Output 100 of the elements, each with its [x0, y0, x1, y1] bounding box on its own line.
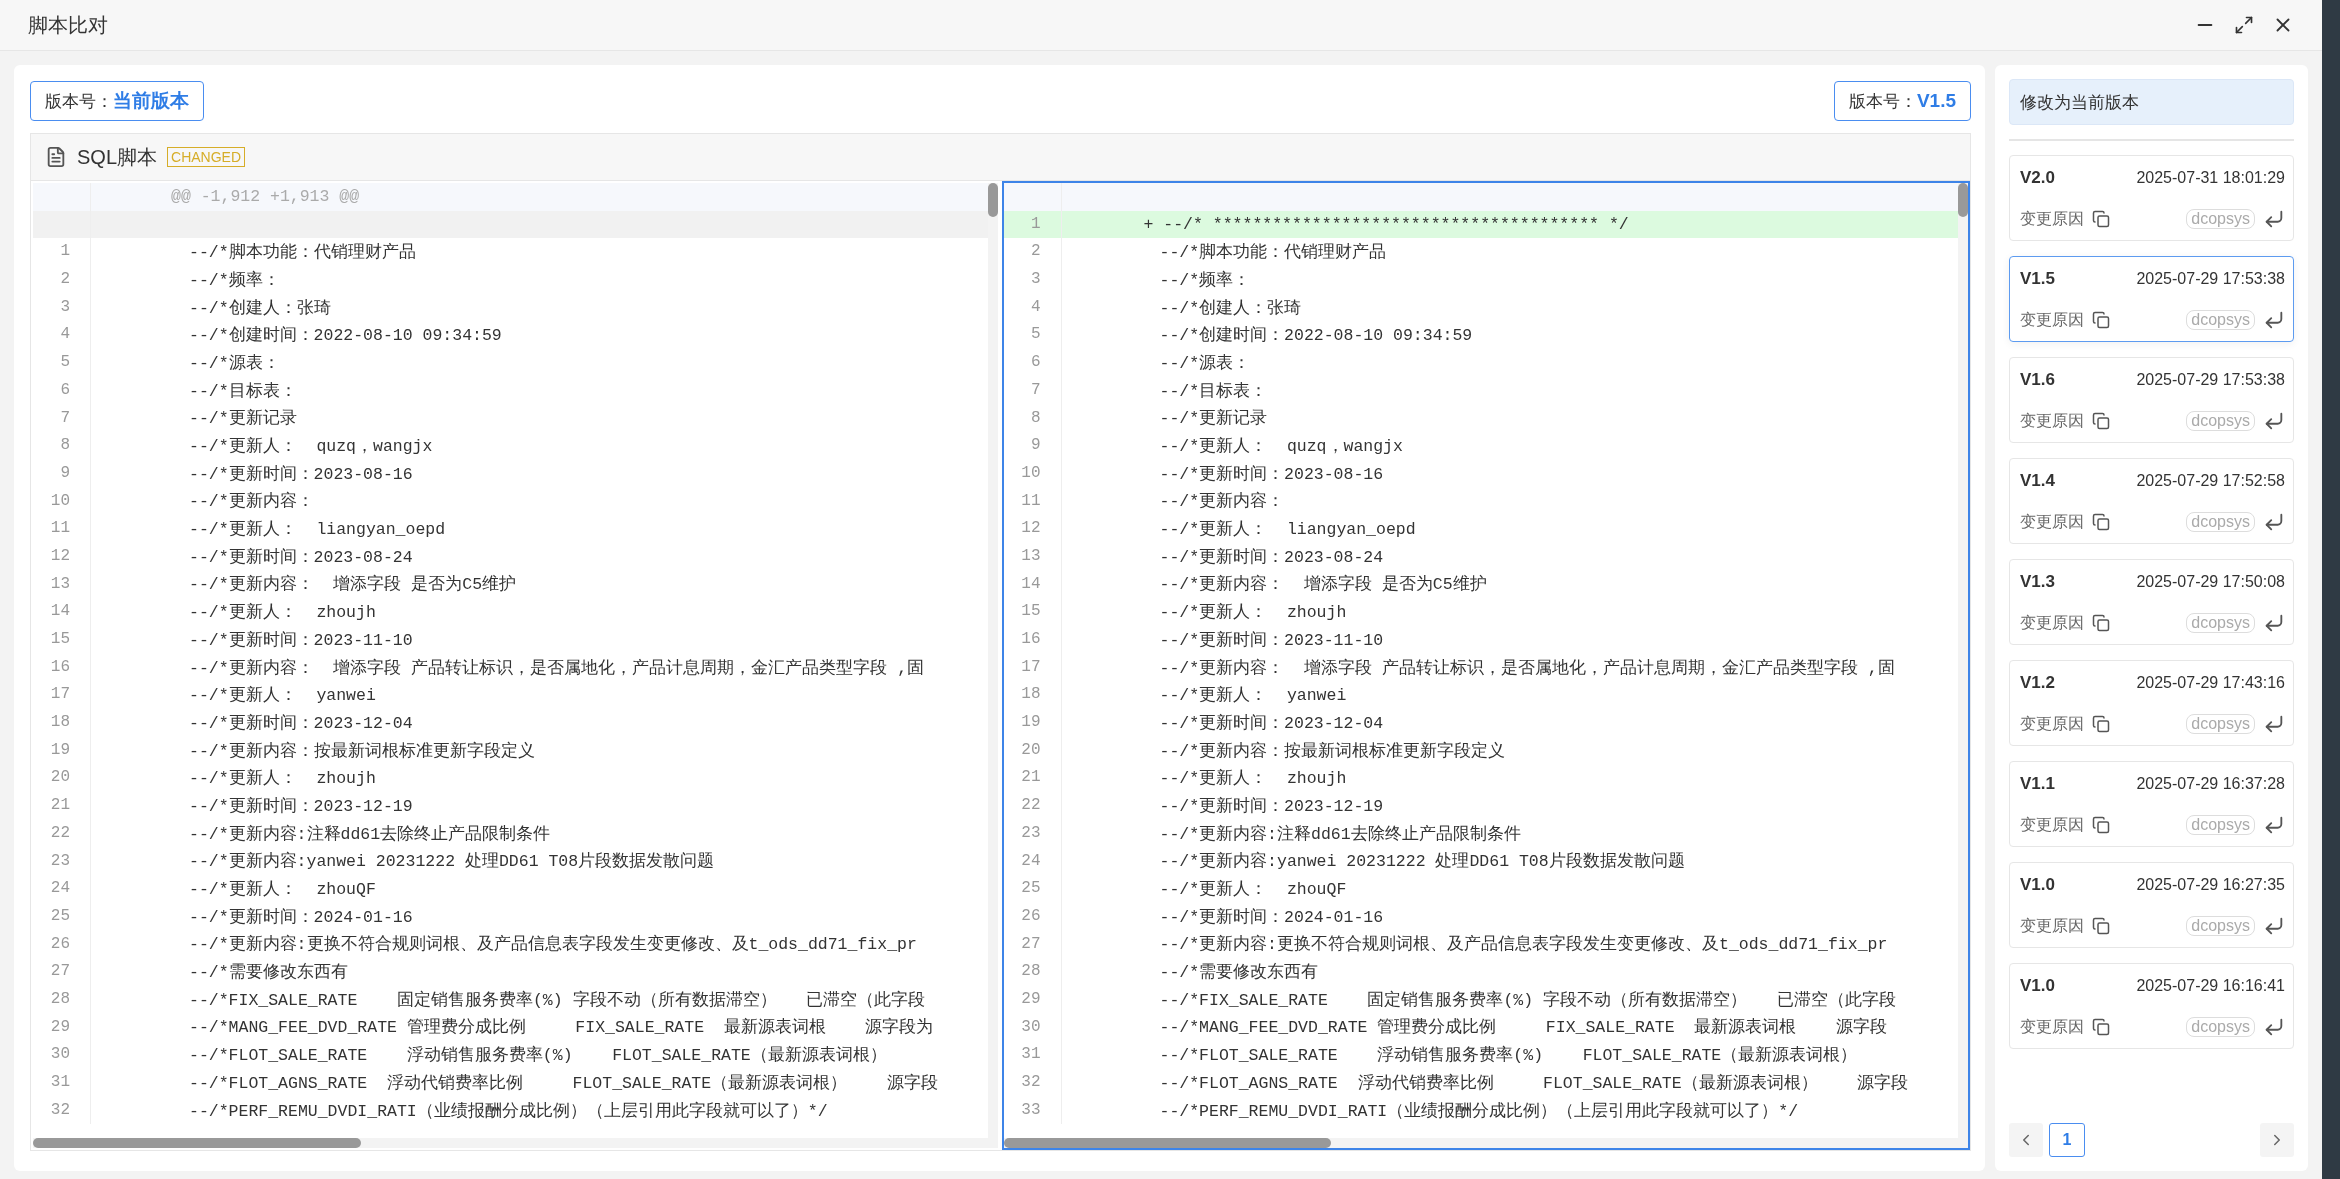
code-line: --/*更新内容：按最新词根标准更新字段定义: [188, 740, 535, 762]
line-number: 32: [1003, 1069, 1062, 1097]
version-time: 2025-07-29 17:52:58: [2136, 472, 2285, 490]
code-line: --/*更新记录: [1158, 408, 1268, 430]
copy-icon[interactable]: [2092, 1018, 2110, 1036]
return-arrow-icon[interactable]: [2263, 208, 2285, 230]
set-current-version-button[interactable]: 修改为当前版本: [2009, 79, 2294, 125]
page-button[interactable]: 1: [2049, 1123, 2085, 1157]
code-line: --/*更新内容:注释dd61去除终止产品限制条件: [1158, 823, 1521, 845]
scrollbar-thumb[interactable]: [987, 183, 998, 217]
copy-icon[interactable]: [2092, 816, 2110, 834]
user-tag: dcopsys: [2186, 916, 2255, 936]
change-reason-label: 变更原因: [2020, 814, 2084, 835]
code-line: --/*更新时间：2023-12-19: [188, 795, 413, 817]
return-arrow-icon[interactable]: [2263, 1016, 2285, 1038]
scrollbar-thumb[interactable]: [1003, 1138, 1332, 1148]
user-tag: dcopsys: [2186, 815, 2255, 835]
line-number: 19: [1003, 709, 1062, 737]
version-card[interactable]: V1.0 2025-07-29 16:27:35 变更原因 dcopsys: [2009, 862, 2294, 948]
code-line: --/*需要修改东西有: [188, 962, 348, 984]
code-line: --/*目标表：: [1158, 380, 1268, 402]
version-card[interactable]: V1.3 2025-07-29 17:50:08 变更原因 dcopsys: [2009, 559, 2294, 645]
line-number: 29: [1003, 985, 1062, 1014]
version-number: V1.1: [2020, 774, 2055, 794]
change-reason-label: 变更原因: [2020, 410, 2084, 431]
code-line: --/*更新时间：2024-01-16: [1158, 906, 1384, 928]
line-number: 26: [1003, 902, 1062, 931]
line-number: 6: [1003, 349, 1062, 377]
scrollbar-thumb[interactable]: [1958, 183, 1968, 217]
line-number: 7: [1003, 376, 1062, 405]
code-line: --/*更新内容： 增添字段 产品转让标识，是否属地化，产品计息周期，金汇产品类型字段 ,固: [1158, 657, 1895, 679]
copy-icon[interactable]: [2092, 311, 2110, 329]
version-card[interactable]: V2.0 2025-07-31 18:01:29 变更原因 dcopsys: [2009, 155, 2294, 241]
code-line: --/*更新内容： 增添字段 是否为C5维护: [188, 573, 517, 596]
scrollbar-thumb[interactable]: [33, 1138, 361, 1148]
copy-icon[interactable]: [2092, 513, 2110, 531]
return-arrow-icon[interactable]: [2263, 410, 2285, 432]
copy-icon[interactable]: [2092, 412, 2110, 430]
version-card[interactable]: V1.0 2025-07-29 16:16:41 变更原因 dcopsys: [2009, 963, 2294, 1049]
code-line: --/*源表：: [1158, 352, 1251, 374]
version-time: 2025-07-29 16:16:41: [2136, 977, 2285, 995]
version-card[interactable]: V1.4 2025-07-29 17:52:58 变更原因 dcopsys: [2009, 458, 2294, 544]
version-time: 2025-07-29 17:53:38: [2136, 371, 2285, 389]
code-line: --/*更新人： zhoujh: [1158, 768, 1347, 790]
code-line: --/*MANG_FEE_DVD_RATE 管理费分成比例 FIX_SALE_RATE 最新源表词根 源字段为: [188, 1016, 934, 1039]
code-line: --/*频率：: [188, 269, 280, 291]
copy-icon[interactable]: [2092, 210, 2110, 228]
copy-icon[interactable]: [2092, 917, 2110, 935]
change-reason-label: 变更原因: [2020, 208, 2084, 229]
code-line: --/*FLOT_SALE_RATE 浮动销售服务费率(%) FLOT_SALE_RATE（最新源表词根）: [1158, 1044, 1858, 1067]
return-arrow-icon[interactable]: [2263, 713, 2285, 735]
version-time: 2025-07-29 17:50:08: [2136, 573, 2285, 591]
line-number: 6: [33, 376, 91, 405]
copy-icon[interactable]: [2092, 614, 2110, 632]
code-line: --/*更新内容:yanwei 20231222 处理DD61 T08片段数据发散问题: [188, 850, 715, 873]
code-line: --/*更新内容：: [188, 490, 314, 513]
line-number: 12: [1003, 515, 1062, 543]
code-line: --/*创建时间：2022-08-10 09:34:59: [188, 325, 502, 347]
code-line: --/*FLOT_SALE_RATE 浮动销售服务费率(%) FLOT_SALE_RATE（最新源表词根）: [188, 1044, 887, 1067]
version-card[interactable]: V1.1 2025-07-29 16:37:28 变更原因 dcopsys: [2009, 761, 2294, 847]
line-number: 10: [1003, 459, 1062, 488]
version-card[interactable]: V1.5 2025-07-29 17:53:38 变更原因 dcopsys: [2009, 256, 2294, 342]
return-arrow-icon[interactable]: [2263, 612, 2285, 634]
code-line: --/*创建人：张琦: [1158, 297, 1302, 319]
code-line: --/*更新内容:更换不符合规则词根、及产品信息表字段发生变更修改、及t_ods_dd71_fix_pr: [188, 933, 917, 956]
version-number: V1.6: [2020, 370, 2055, 390]
version-number: V2.0: [2020, 168, 2055, 188]
copy-icon[interactable]: [2092, 715, 2110, 733]
code-line: --/*更新时间：2023-12-04: [188, 712, 413, 734]
line-number: 9: [33, 459, 91, 488]
version-card[interactable]: V1.6 2025-07-29 17:53:38 变更原因 dcopsys: [2009, 357, 2294, 443]
user-tag: dcopsys: [2186, 1017, 2255, 1037]
line-number: 31: [33, 1069, 91, 1097]
code-line: --/*更新内容：: [1158, 490, 1285, 513]
line-number: 16: [1003, 626, 1062, 654]
return-arrow-icon[interactable]: [2263, 309, 2285, 331]
code-line: --/*更新人： liangyan_oepd: [188, 519, 446, 541]
code-line: --/*源表：: [188, 352, 280, 374]
version-tag: 版本号：当前版本: [30, 81, 204, 121]
user-tag: dcopsys: [2186, 209, 2255, 229]
version-number: V1.5: [2020, 269, 2055, 289]
line-number: 32: [33, 1096, 91, 1125]
return-arrow-icon[interactable]: [2263, 511, 2285, 533]
user-tag: dcopsys: [2186, 310, 2255, 330]
document-icon: [45, 146, 67, 168]
version-card[interactable]: V1.2 2025-07-29 17:43:16 变更原因 dcopsys: [2009, 660, 2294, 746]
line-number: 5: [33, 349, 91, 377]
code-line: --/*更新记录: [188, 408, 297, 430]
return-arrow-icon[interactable]: [2263, 915, 2285, 937]
line-number: 12: [33, 542, 91, 571]
return-arrow-icon[interactable]: [2263, 814, 2285, 836]
code-line: --/*更新时间：2023-11-10: [1158, 629, 1384, 651]
line-number: 2: [33, 266, 91, 294]
line-number: 9: [1003, 432, 1062, 460]
change-reason-label: 变更原因: [2020, 915, 2084, 936]
status-badge: CHANGED: [167, 147, 246, 167]
code-line: --/*更新内容:更换不符合规则词根、及产品信息表字段发生变更修改、及t_ods_dd71_fix_pr: [1158, 933, 1888, 956]
file-name: SQL脚本: [77, 144, 158, 170]
code-line: --/*FLOT_AGNS_RATE 浮动代销费率比例 FLOT_SALE_RATE（最新源表词根） 源字段: [188, 1072, 938, 1094]
code-line: --/*目标表：: [188, 380, 297, 402]
